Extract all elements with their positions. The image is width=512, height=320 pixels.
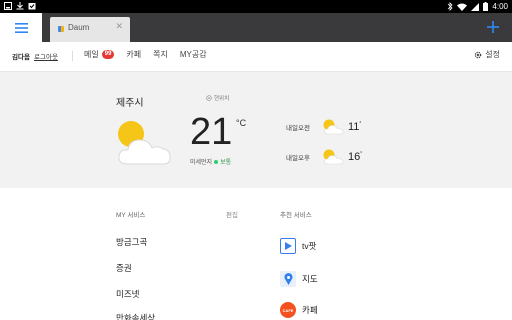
my-service-item[interactable]: 미즈넷: [116, 288, 139, 300]
nav-item-mail[interactable]: 메일 99: [84, 49, 115, 60]
weather-widget[interactable]: 제주시 현위치 21 °C 미세먼지 보통 내일오전 11° 내일오후 16°: [0, 72, 512, 188]
partly-cloudy-icon: [323, 149, 344, 165]
degree-symbol: °: [359, 120, 362, 127]
forecast-tomorrow-am: 내일오전 11°: [286, 118, 361, 135]
forecast-label: 내일오후: [286, 154, 310, 162]
download-icon: [16, 2, 24, 10]
location-icon: [206, 95, 212, 101]
battery-icon: [483, 2, 489, 11]
temperature-unit: °C: [236, 118, 247, 128]
fine-dust-label: 미세먼지: [190, 160, 213, 166]
forecast-temp-value: 11: [348, 120, 360, 133]
gear-icon: [474, 51, 482, 58]
fine-dust-status: 미세먼지 보통: [190, 157, 231, 166]
status-dot: [214, 159, 219, 164]
forecast-temperature: 16°: [348, 151, 362, 163]
cafe-icon: CAFE: [280, 302, 296, 318]
plus-icon: [487, 21, 499, 33]
recommended-item-map[interactable]: 지도: [280, 271, 318, 287]
degree-symbol: °: [360, 150, 363, 157]
nav-item-my[interactable]: MY공감: [180, 49, 207, 60]
calendar-icon: [28, 3, 36, 10]
nav-item-label: 메일: [84, 50, 99, 59]
nav-menu: 메일 99 카페 쪽지 MY공감: [84, 49, 207, 60]
tab-bar: Daum ✕: [0, 13, 512, 42]
clock: 4:00: [492, 2, 508, 11]
user-name: 김다음: [12, 54, 30, 61]
forecast-label: 내일오전: [286, 124, 310, 132]
partly-cloudy-icon: [118, 121, 171, 165]
new-tab-button[interactable]: [482, 16, 504, 38]
my-services-title: MY 서비스: [116, 212, 146, 219]
tab-daum[interactable]: Daum ✕: [50, 17, 130, 42]
wifi-icon: [457, 3, 468, 11]
recommended-item-cafe[interactable]: CAFE 카페: [280, 302, 318, 318]
tvpot-icon: [280, 238, 296, 254]
city-name: 제주시: [116, 98, 144, 109]
signal-icon: [471, 2, 480, 11]
settings-button[interactable]: 설정: [474, 49, 500, 60]
forecast-temperature: 11°: [348, 121, 361, 133]
current-location-button[interactable]: 현위치: [206, 94, 229, 102]
mail-count-badge: 99: [101, 50, 115, 59]
recommended-item-label: tv팟: [302, 241, 317, 251]
my-service-item[interactable]: 증권: [116, 262, 132, 274]
map-pin-icon: [280, 271, 296, 287]
recommended-services-title: 추천 서비스: [280, 212, 312, 219]
recommended-item-label: 지도: [302, 274, 318, 284]
close-icon[interactable]: ✕: [115, 22, 123, 32]
bluetooth-icon: [448, 2, 453, 11]
recommended-item-label: 카페: [302, 305, 318, 315]
screenshot-icon: [4, 2, 12, 10]
divider: [72, 51, 73, 61]
tab-title: Daum: [68, 23, 90, 32]
fine-dust-value: 보통: [220, 160, 232, 166]
edit-button[interactable]: 편집: [226, 209, 238, 219]
daum-favicon: [58, 26, 64, 32]
menu-button[interactable]: [0, 13, 42, 42]
forecast-temp-value: 16: [348, 150, 361, 163]
hamburger-icon: [14, 22, 28, 33]
current-temperature: 21: [190, 111, 233, 153]
forecast-tomorrow-pm: 내일오후 16°: [286, 148, 362, 165]
my-service-item[interactable]: 만화속세상: [116, 312, 155, 320]
settings-label: 설정: [485, 50, 500, 59]
nav-item-note[interactable]: 쪽지: [153, 49, 168, 60]
recommended-item-tvpot[interactable]: tv팟: [280, 238, 316, 254]
status-bar: 4:00: [0, 0, 512, 13]
top-nav: 김다음 로그아웃 메일 99 카페 쪽지 MY공감 설정: [0, 42, 512, 72]
my-service-item[interactable]: 방금그곡: [116, 236, 147, 248]
logout-link[interactable]: 로그아웃: [34, 51, 58, 61]
partly-cloudy-icon: [323, 119, 344, 135]
location-label: 현위치: [214, 96, 230, 102]
nav-item-cafe[interactable]: 카페: [126, 49, 141, 60]
